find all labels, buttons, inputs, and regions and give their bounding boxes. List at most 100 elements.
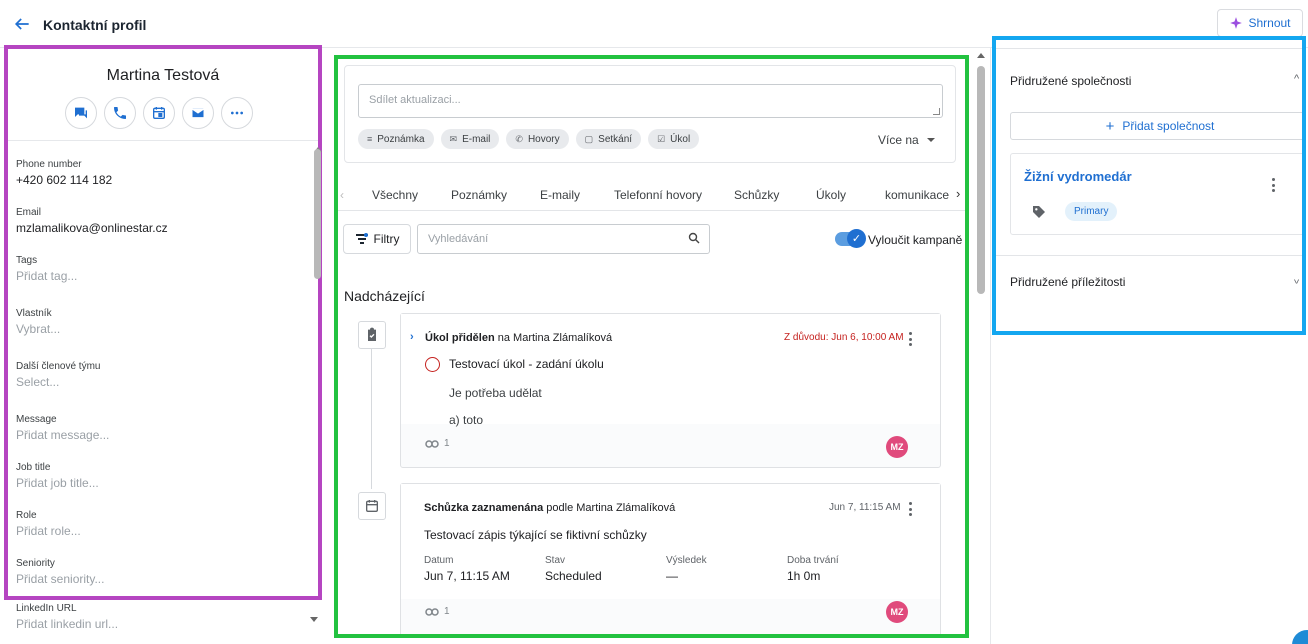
chat-button[interactable] [65, 97, 97, 129]
more-on-dropdown[interactable]: Více na [878, 133, 935, 147]
note-icon: ≡ [367, 134, 373, 144]
field-job-title[interactable]: Job title Přidat job title... [16, 462, 306, 490]
update-composer: Sdílet aktualizaci... ≡ Poznámka ✉ E-mail ✆ H… [344, 65, 956, 163]
task-icon: ☑ [657, 133, 666, 144]
field-value: Přidat tag... [16, 269, 78, 283]
back-arrow-icon[interactable] [12, 14, 32, 34]
chip-label: E-mail [462, 133, 491, 145]
email-icon [191, 107, 205, 119]
task-connector: na [494, 332, 514, 344]
chip-e-mail[interactable]: ✉ E-mail [440, 129, 500, 149]
calendar-icon [366, 500, 378, 512]
associations-panel: Přidružené společnosti ^ + Přidat společ… [992, 36, 1306, 335]
chip-setk-n-[interactable]: ▢ Setkání [575, 129, 642, 149]
meeting-card-heading: Schůzka zaznamenána podle Martina Zlámal… [424, 502, 675, 514]
field-value: Přidat job title... [16, 476, 99, 490]
filter-icon [355, 233, 368, 244]
task-link-count: 1 [444, 438, 450, 449]
meta-value: 1h 0m [787, 569, 821, 583]
task-complete-checkbox[interactable] [425, 357, 440, 372]
meeting-meta-2: Výsledek — [666, 555, 707, 583]
chat-widget-button[interactable] [1292, 630, 1308, 644]
tab-e-maily[interactable]: E-maily [540, 188, 580, 202]
field-tags[interactable]: Tags Přidat tag... [16, 255, 306, 283]
meeting-more-icon[interactable] [909, 502, 913, 516]
more-on-label: Více na [878, 133, 919, 147]
task-attachments[interactable]: 1 [425, 438, 450, 449]
meeting-icon: ▢ [584, 133, 594, 144]
company-name-link[interactable]: Žižní vydromedár [1024, 169, 1132, 184]
tabs-next-icon[interactable]: › [956, 186, 960, 201]
meta-label: Datum [424, 555, 454, 566]
email-button[interactable] [182, 97, 214, 129]
meeting-meta-3: Doba trvání 1h 0m [787, 555, 839, 583]
tag-icon [1033, 206, 1045, 218]
chevron-up-icon[interactable]: ^ [1294, 73, 1299, 85]
chevron-down-icon [926, 138, 935, 142]
chip-pozn-mka[interactable]: ≡ Poznámka [358, 129, 434, 149]
add-company-button[interactable]: + Přidat společnost [1010, 112, 1302, 140]
field-email[interactable]: Email mzlamalikova@onlinestar.cz [16, 207, 306, 235]
chevron-down-icon[interactable]: ^ [1294, 273, 1299, 285]
field-vlastn-k[interactable]: Vlastník Vybrat... [16, 308, 306, 336]
meeting-card[interactable]: Schůzka zaznamenána podle Martina Zlámal… [400, 483, 941, 634]
meta-label: Doba trvání [787, 555, 839, 566]
task-more-icon[interactable] [909, 332, 913, 346]
center-scrollbar[interactable] [977, 66, 985, 294]
associated-companies-header[interactable]: Přidružené společnosti [1010, 74, 1131, 88]
company-card: Žižní vydromedár Primary [1010, 153, 1302, 235]
exclude-campaigns-toggle[interactable]: ✓ [835, 229, 866, 248]
more-actions-button[interactable] [221, 97, 253, 129]
tabs-prev-icon[interactable]: ‹ [340, 188, 344, 202]
avatar: MZ [886, 436, 908, 458]
expand-chevron-icon[interactable]: › [410, 331, 414, 343]
task-timeline-icon [358, 321, 386, 349]
schedule-button[interactable] [143, 97, 175, 129]
calendar-icon [153, 107, 165, 119]
contact-details-panel: Martina Testová Phone number +420 602 114… [4, 45, 322, 600]
activity-search-input[interactable]: Vyhledávání [417, 224, 710, 254]
divider [990, 48, 991, 644]
meeting-attachments[interactable]: 1 [425, 606, 450, 617]
divider [996, 48, 1302, 49]
tab-sch-zky[interactable]: Schůzky [734, 188, 779, 202]
tab-komunikace[interactable]: komunikace [885, 188, 949, 202]
associated-opportunities-header[interactable]: Přidružené příležitosti [1010, 275, 1125, 289]
avatar: MZ [886, 601, 908, 623]
meeting-action: Schůzka zaznamenána [424, 502, 544, 514]
chip-hovory[interactable]: ✆ Hovory [506, 129, 569, 149]
field-value: mzlamalikova@onlinestar.cz [16, 221, 168, 235]
field-seniority[interactable]: Seniority Přidat seniority... [16, 558, 306, 586]
activity-tabs: ‹ › Všechny Poznámky E-maily Telefonní hovo… [338, 179, 965, 211]
summarize-button[interactable]: Shrnout [1217, 9, 1303, 37]
meeting-connector: podle [543, 502, 577, 514]
call-button[interactable] [104, 97, 136, 129]
field-message[interactable]: Message Přidat message... [16, 414, 306, 442]
filters-button[interactable]: Filtry [343, 224, 411, 254]
tab-telefonn-hovory[interactable]: Telefonní hovory [614, 188, 702, 202]
tab-pozn-mky[interactable]: Poznámky [451, 188, 507, 202]
meta-value: Scheduled [545, 569, 602, 583]
field-dal-lenov-t-mu[interactable]: Další členové týmu Select... [16, 361, 306, 389]
company-more-icon[interactable] [1272, 178, 1276, 192]
center-scroll-up-arrow[interactable] [977, 53, 985, 58]
left-scrollbar[interactable] [314, 149, 321, 279]
field-value: Select... [16, 375, 60, 389]
search-icon [688, 232, 700, 244]
task-body-line: a) toto [449, 413, 484, 427]
tab-v-echny[interactable]: Všechny [372, 188, 418, 202]
chat-icon [75, 107, 87, 119]
field-linkedin[interactable]: LinkedIn URL Přidat linkedin url... [16, 603, 306, 631]
field-phone-number[interactable]: Phone number +420 602 114 182 [16, 159, 306, 187]
meeting-timeline-icon [358, 492, 386, 520]
scroll-down-arrow[interactable] [310, 617, 318, 622]
field-role[interactable]: Role Přidat role... [16, 510, 306, 538]
field-value: Vybrat... [16, 322, 61, 336]
meeting-link-count: 1 [444, 606, 450, 617]
task-card[interactable]: › Úkol přidělen na Martina Zlámalíková Z… [400, 313, 941, 468]
chip--kol[interactable]: ☑ Úkol [648, 129, 700, 149]
update-input[interactable]: Sdílet aktualizaci... [358, 84, 943, 118]
phone-icon [114, 107, 126, 119]
tab--koly[interactable]: Úkoly [816, 188, 846, 202]
chip-label: Hovory [527, 133, 560, 145]
